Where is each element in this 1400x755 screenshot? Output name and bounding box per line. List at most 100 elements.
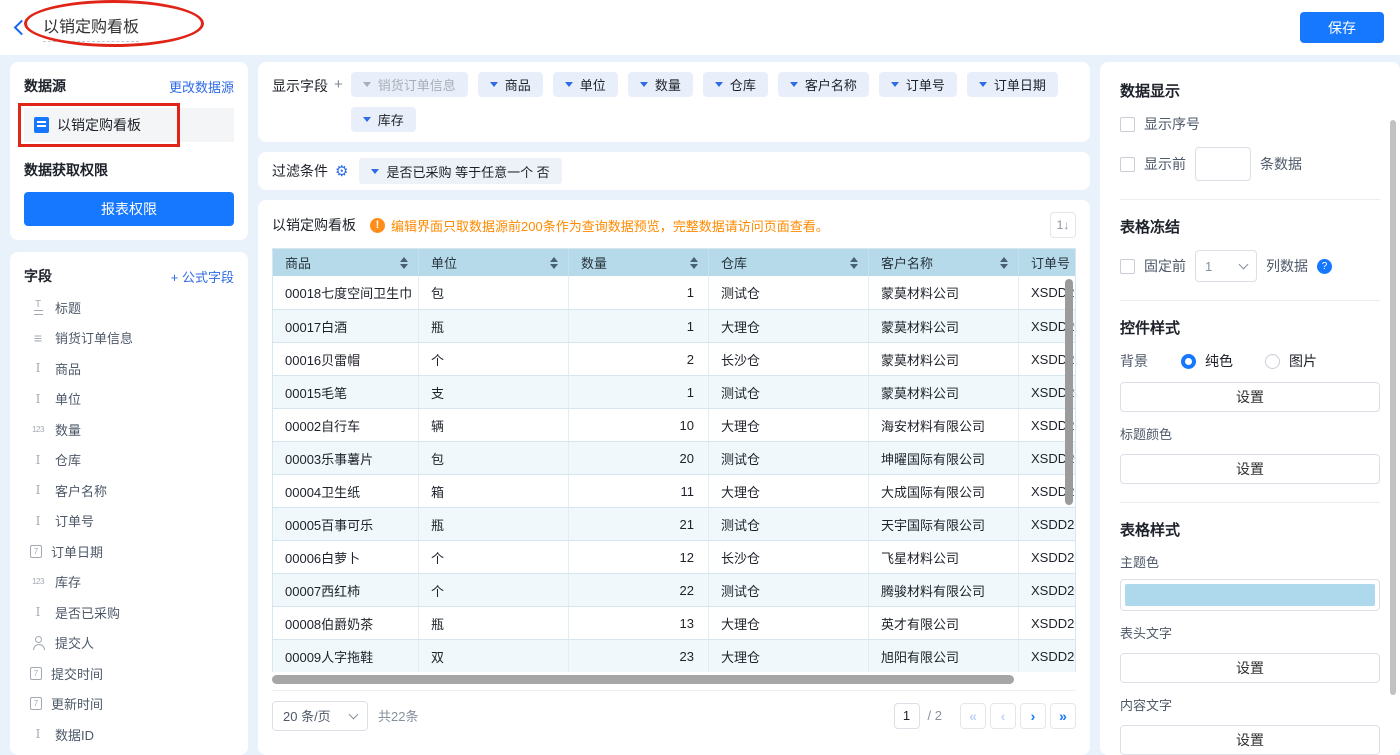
chevron-down-icon bbox=[891, 82, 899, 87]
field-list-item[interactable]: 数量 bbox=[24, 414, 234, 445]
table-cell: 00008伯爵奶茶 bbox=[273, 607, 418, 639]
field-list-item[interactable]: 商品 bbox=[24, 353, 234, 384]
page-size-select[interactable]: 20 条/页 bbox=[272, 701, 368, 731]
theme-color-swatch[interactable] bbox=[1120, 579, 1380, 611]
field-list-item[interactable]: 仓库 bbox=[24, 445, 234, 476]
filter-condition-chip[interactable]: 是否已采购 等于任意一个 否 bbox=[359, 158, 561, 184]
table-header-cell[interactable]: 商品 bbox=[273, 249, 418, 276]
display-field-chips: 销货订单信息 商品 单位 数量 仓库 客户名称 订单号 订单日期 库存 bbox=[351, 72, 1076, 132]
column-label: 数量 bbox=[581, 253, 607, 272]
chip-label: 数量 bbox=[655, 75, 681, 94]
field-list-item[interactable]: 单位 bbox=[24, 384, 234, 415]
table-row[interactable]: 00015毛笔支1测试仓蒙莫材料公司XSDD20 bbox=[273, 375, 1075, 408]
panel-scrollbar[interactable] bbox=[1390, 120, 1396, 695]
prev-page-button[interactable]: ‹ bbox=[990, 703, 1016, 729]
solid-color-label: 纯色 bbox=[1205, 351, 1233, 371]
table-header-cell[interactable]: 仓库 bbox=[708, 249, 868, 276]
table-row[interactable]: 00018七度空间卫生巾包1测试仓蒙莫材料公司XSDD20 bbox=[273, 276, 1075, 309]
freeze-columns-checkbox[interactable] bbox=[1120, 259, 1135, 274]
sort-icon[interactable] bbox=[690, 257, 698, 269]
sort-order-button[interactable]: 1↓ bbox=[1050, 212, 1076, 238]
field-list-item[interactable]: 数据ID bbox=[24, 719, 234, 750]
display-field-chip[interactable]: 单位 bbox=[553, 72, 618, 97]
sort-icon[interactable] bbox=[550, 257, 558, 269]
background-set-button[interactable]: 设置 bbox=[1120, 382, 1380, 412]
display-field-chip[interactable]: 库存 bbox=[351, 107, 416, 132]
display-field-chip[interactable]: 仓库 bbox=[703, 72, 768, 97]
sort-icon[interactable] bbox=[400, 257, 408, 269]
text-field-icon bbox=[30, 483, 46, 497]
display-field-chip[interactable]: 订单日期 bbox=[967, 72, 1058, 97]
table-cell: 辆 bbox=[418, 409, 568, 441]
table-header-cell[interactable]: 单位 bbox=[418, 249, 568, 276]
field-list-item[interactable]: 客户名称 bbox=[24, 475, 234, 506]
filter-label: 过滤条件 bbox=[272, 161, 328, 181]
change-datasource-link[interactable]: 更改数据源 bbox=[169, 77, 234, 96]
text-field-icon bbox=[30, 453, 46, 467]
next-page-button[interactable]: › bbox=[1020, 703, 1046, 729]
table-vertical-scrollbar[interactable] bbox=[1065, 279, 1073, 505]
add-formula-field-link[interactable]: + 公式字段 bbox=[171, 267, 234, 286]
table-cell: 23 bbox=[568, 640, 708, 672]
freeze-count-select[interactable]: 1 bbox=[1195, 250, 1257, 282]
field-list-item[interactable]: 订单号 bbox=[24, 506, 234, 537]
sort-icon[interactable] bbox=[1000, 257, 1008, 269]
display-field-chip[interactable]: 商品 bbox=[478, 72, 543, 97]
add-display-field-icon[interactable]: + bbox=[334, 76, 343, 93]
display-field-chip[interactable]: 销货订单信息 bbox=[351, 72, 468, 97]
table-row[interactable]: 00016贝雷帽个2长沙仓蒙莫材料公司XSDD20 bbox=[273, 342, 1075, 375]
table-row[interactable]: 00005百事可乐瓶21测试仓天宇国际有限公司XSDD20 bbox=[273, 507, 1075, 540]
current-page-input[interactable]: 1 bbox=[894, 703, 920, 729]
header-text-set-button[interactable]: 设置 bbox=[1120, 653, 1380, 683]
show-first-count-input[interactable] bbox=[1195, 147, 1251, 181]
content-text-set-button[interactable]: 设置 bbox=[1120, 725, 1380, 755]
field-list-item[interactable]: 是否已采购 bbox=[24, 597, 234, 628]
field-list-item[interactable]: 标题 bbox=[24, 292, 234, 323]
display-field-chip[interactable]: 数量 bbox=[628, 72, 693, 97]
sort-icon[interactable] bbox=[850, 257, 858, 269]
first-page-button[interactable]: « bbox=[960, 703, 986, 729]
image-radio[interactable] bbox=[1265, 354, 1280, 369]
table-cell: 蒙莫材料公司 bbox=[868, 343, 1018, 375]
report-permission-button[interactable]: 报表权限 bbox=[24, 192, 234, 226]
field-list-item[interactable]: 更新时间 bbox=[24, 689, 234, 720]
solid-color-radio[interactable] bbox=[1181, 354, 1196, 369]
title-color-set-button[interactable]: 设置 bbox=[1120, 454, 1380, 484]
table-row[interactable]: 00007西红柿个22测试仓腾骏材料有限公司XSDD20 bbox=[273, 573, 1075, 606]
table-row[interactable]: 00006白萝卜个12长沙仓飞星材料公司XSDD20 bbox=[273, 540, 1075, 573]
show-first-checkbox[interactable] bbox=[1120, 157, 1135, 172]
display-field-chip[interactable]: 订单号 bbox=[879, 72, 957, 97]
save-button[interactable]: 保存 bbox=[1300, 12, 1384, 43]
field-list-item[interactable]: 销货订单信息 bbox=[24, 323, 234, 354]
table-header-cell[interactable]: 客户名称 bbox=[868, 249, 1018, 276]
workspace: 数据源 更改数据源 以销定购看板 数据获取权限 报表权限 字段 + 公式字段 标… bbox=[0, 55, 1400, 755]
field-label: 订单号 bbox=[55, 511, 94, 530]
show-index-checkbox[interactable] bbox=[1120, 117, 1135, 132]
display-field-chip[interactable]: 客户名称 bbox=[778, 72, 869, 97]
table-header-cell[interactable]: 数量 bbox=[568, 249, 708, 276]
field-list-item[interactable]: 订单日期 bbox=[24, 536, 234, 567]
gear-icon[interactable]: ⚙ bbox=[335, 164, 348, 179]
field-label: 更新时间 bbox=[51, 694, 103, 713]
field-label: 标题 bbox=[55, 298, 81, 317]
field-list-item[interactable]: 库存 bbox=[24, 567, 234, 598]
back-icon[interactable] bbox=[14, 20, 30, 36]
table-row[interactable]: 00003乐事薯片包20测试仓坤曜国际有限公司XSDD20 bbox=[273, 441, 1075, 474]
table-row[interactable]: 00017白酒瓶1大理仓蒙莫材料公司XSDD20 bbox=[273, 309, 1075, 342]
field-list-item[interactable]: 提交人 bbox=[24, 628, 234, 659]
table-header-cell[interactable]: 订单号 bbox=[1018, 249, 1075, 276]
table-row[interactable]: 00008伯爵奶茶瓶13大理仓英才有限公司XSDD20 bbox=[273, 606, 1075, 639]
table-row[interactable]: 00004卫生纸箱11大理仓大成国际有限公司XSDD20 bbox=[273, 474, 1075, 507]
help-icon[interactable] bbox=[1317, 259, 1332, 274]
field-list-item[interactable]: 提交时间 bbox=[24, 658, 234, 689]
table-row[interactable]: 00002自行车辆10大理仓海安材料有限公司XSDD20 bbox=[273, 408, 1075, 441]
page-title[interactable]: 以销定购看板 bbox=[43, 13, 139, 42]
filter-card: 过滤条件 ⚙ 是否已采购 等于任意一个 否 bbox=[258, 152, 1090, 190]
last-page-button[interactable]: » bbox=[1050, 703, 1076, 729]
list-field-icon bbox=[30, 330, 46, 346]
main-area: 显示字段 + 销货订单信息 商品 单位 数量 仓库 客户名称 订单号 订单日期 … bbox=[258, 62, 1090, 755]
table-horizontal-scrollbar[interactable] bbox=[272, 675, 1014, 684]
table-cell: 测试仓 bbox=[708, 574, 868, 606]
datasource-item[interactable]: 以销定购看板 bbox=[24, 108, 234, 142]
table-row[interactable]: 00009人字拖鞋双23大理仓旭阳有限公司XSDD20 bbox=[273, 639, 1075, 672]
